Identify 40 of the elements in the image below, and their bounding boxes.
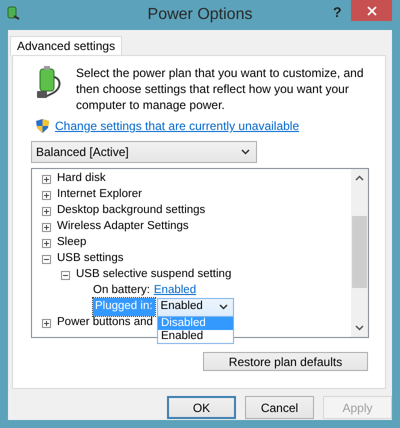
scroll-down-icon[interactable] [355,325,364,331]
expand-icon[interactable] [42,222,51,232]
scrollbar-thumb[interactable] [352,216,367,288]
setting-label: On battery: [93,283,150,298]
chevron-down-icon[interactable] [218,304,228,310]
chevron-down-icon[interactable] [241,149,250,155]
change-settings-link[interactable]: Change settings that are currently unavailable [55,117,300,135]
shield-icon [35,118,50,134]
expand-icon[interactable] [42,318,51,328]
close-icon[interactable] [366,6,376,16]
tree-item[interactable]: Wireless Adapter Settings [57,218,189,236]
plan-dropdown[interactable]: Balanced [Active] [31,141,257,163]
help-button[interactable]: ? [333,5,342,19]
description-text: Select the power plan that you want to customize, and then choose settings that reflect how you want your computer to manage power. [76,65,365,113]
scrollbar[interactable] [351,169,368,337]
tab[interactable]: Advanced settings [10,36,122,56]
tree-item[interactable]: Internet Explorer [57,186,142,204]
battery-plug-icon [35,65,63,101]
tree-item[interactable]: Sleep [57,234,86,252]
expand-icon[interactable] [42,174,51,184]
expand-icon[interactable] [42,190,51,200]
tree-item[interactable]: Desktop background settings [57,202,206,220]
tree-item[interactable]: Power buttons and [57,314,153,332]
collapse-icon[interactable] [61,270,70,280]
close-button[interactable] [351,0,392,21]
setting-value-link[interactable]: Enabled [154,282,196,300]
scroll-up-icon[interactable] [355,175,364,181]
tree-item[interactable]: Hard disk [57,170,106,188]
restore-defaults-button[interactable]: Restore plan defaults [203,352,368,371]
power-plug-icon [5,5,21,21]
dropdown-option[interactable]: Enabled [158,330,233,343]
expand-icon[interactable] [42,206,51,216]
dialog-button[interactable]: Cancel [245,396,314,419]
setting-dropdown[interactable]: Enabled [156,298,234,316]
expand-icon[interactable] [42,238,51,248]
window-title: Power Options [146,7,254,23]
dialog-button[interactable]: OK [167,396,236,419]
collapse-icon[interactable] [42,254,51,264]
tree-item[interactable]: USB settings [57,250,124,268]
tree-item[interactable]: USB selective suspend setting [76,266,232,284]
